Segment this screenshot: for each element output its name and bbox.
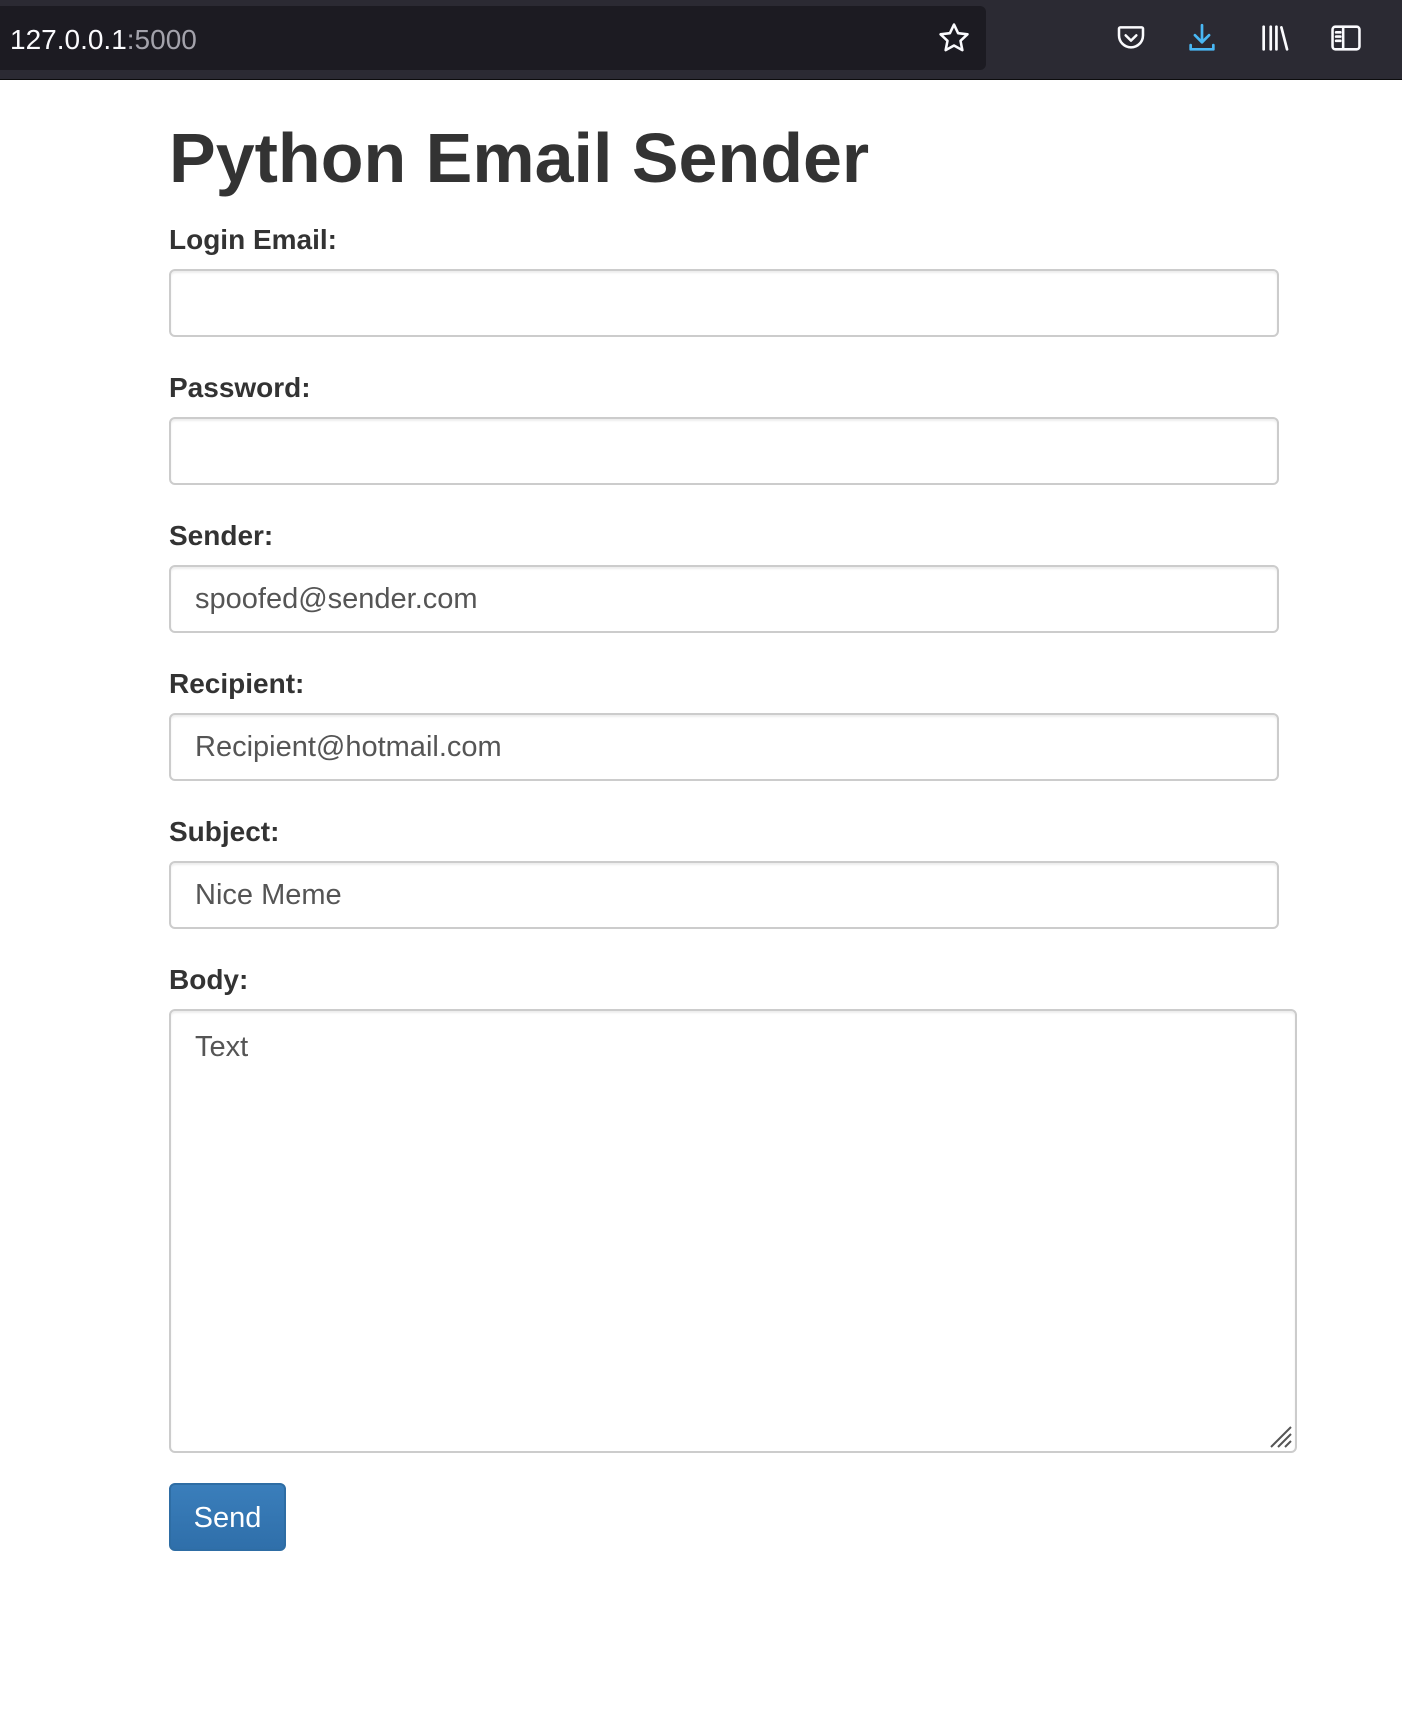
- sender-input[interactable]: [169, 565, 1279, 633]
- star-icon[interactable]: [934, 18, 974, 58]
- login-email-label: Login Email:: [169, 224, 337, 255]
- sender-label: Sender:: [169, 520, 274, 551]
- download-icon[interactable]: [1182, 18, 1222, 58]
- pocket-icon[interactable]: [1111, 18, 1151, 58]
- url-host: 127.0.0.1: [10, 24, 127, 55]
- password-input[interactable]: [169, 417, 1279, 485]
- subject-label: Subject:: [169, 816, 280, 847]
- url-text[interactable]: 127.0.0.1:5000: [10, 24, 197, 56]
- page-title: Python Email Sender: [169, 119, 870, 197]
- send-button[interactable]: Send: [169, 1483, 286, 1551]
- login-email-input[interactable]: [169, 269, 1279, 337]
- sidebar-icon[interactable]: [1326, 18, 1366, 58]
- recipient-label: Recipient:: [169, 668, 305, 699]
- resize-handle-icon[interactable]: [1265, 1421, 1293, 1449]
- password-label: Password:: [169, 372, 311, 403]
- browser-toolbar: 127.0.0.1:5000: [0, 0, 1402, 80]
- address-bar[interactable]: 127.0.0.1:5000: [0, 6, 986, 70]
- body-label: Body:: [169, 964, 249, 995]
- library-icon[interactable]: [1255, 18, 1295, 58]
- url-port: :5000: [126, 24, 197, 55]
- subject-input[interactable]: [169, 861, 1279, 929]
- body-textarea[interactable]: Text: [169, 1009, 1297, 1453]
- recipient-input[interactable]: [169, 713, 1279, 781]
